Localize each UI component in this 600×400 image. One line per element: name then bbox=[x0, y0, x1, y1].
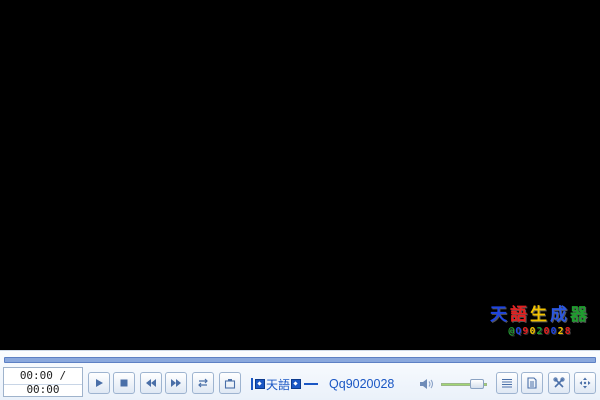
rewind-button[interactable] bbox=[140, 372, 162, 394]
list-icon bbox=[502, 378, 512, 388]
playlist-button[interactable] bbox=[496, 372, 518, 394]
fullscreen-button[interactable] bbox=[574, 372, 596, 394]
volume-icon[interactable] bbox=[419, 377, 435, 391]
diamond-icon bbox=[291, 379, 302, 389]
control-bar: 00:00 / 00:00 天語 Qq9020028 bbox=[0, 350, 600, 400]
time-text: 00:00 / 00:00 bbox=[19, 369, 67, 396]
rewind-icon bbox=[146, 379, 156, 387]
watermark-char: 生 bbox=[530, 305, 550, 325]
now-playing-logo-text: 天語 bbox=[266, 377, 291, 392]
now-playing-logo: 天語 bbox=[251, 376, 320, 393]
fullscreen-icon bbox=[579, 377, 591, 389]
play-icon bbox=[96, 379, 103, 387]
document-button[interactable] bbox=[521, 372, 543, 394]
watermark-title: 天語生成器 bbox=[490, 306, 590, 324]
repeat-button[interactable] bbox=[192, 372, 214, 394]
stop-button[interactable] bbox=[113, 372, 135, 394]
watermark-qq-char: 2 bbox=[536, 326, 544, 337]
video-area[interactable]: 天語生成器 @Q9020028 bbox=[0, 0, 600, 350]
tools-icon bbox=[553, 377, 565, 388]
watermark-qq: @Q9020028 bbox=[490, 326, 590, 338]
snapshot-icon bbox=[224, 378, 236, 389]
now-playing-title: Qq9020028 bbox=[329, 377, 395, 391]
settings-button[interactable] bbox=[548, 372, 570, 394]
now-playing: 天語 Qq9020028 bbox=[251, 376, 394, 392]
watermark: 天語生成器 @Q9020028 bbox=[490, 306, 590, 338]
volume-thumb[interactable] bbox=[470, 379, 484, 389]
watermark-qq-char: 0 bbox=[550, 326, 558, 337]
diamond-icon bbox=[255, 379, 265, 389]
watermark-qq-char: 2 bbox=[557, 326, 565, 337]
watermark-qq-char: 0 bbox=[543, 326, 551, 337]
watermark-qq-char: 8 bbox=[564, 326, 572, 337]
stop-icon bbox=[120, 379, 128, 387]
watermark-char: 器 bbox=[570, 305, 590, 325]
watermark-char: 成 bbox=[550, 305, 570, 325]
fast-forward-icon bbox=[171, 379, 181, 387]
time-divider bbox=[4, 384, 82, 385]
repeat-icon bbox=[198, 378, 208, 388]
time-display: 00:00 / 00:00 bbox=[3, 367, 83, 397]
document-icon bbox=[527, 377, 537, 389]
watermark-char: 天 bbox=[490, 305, 510, 325]
play-button[interactable] bbox=[88, 372, 110, 394]
dash-icon bbox=[304, 383, 319, 385]
snapshot-button[interactable] bbox=[219, 372, 241, 394]
fast-forward-button[interactable] bbox=[165, 372, 187, 394]
seek-bar[interactable] bbox=[4, 357, 596, 363]
watermark-char: 語 bbox=[510, 305, 530, 325]
